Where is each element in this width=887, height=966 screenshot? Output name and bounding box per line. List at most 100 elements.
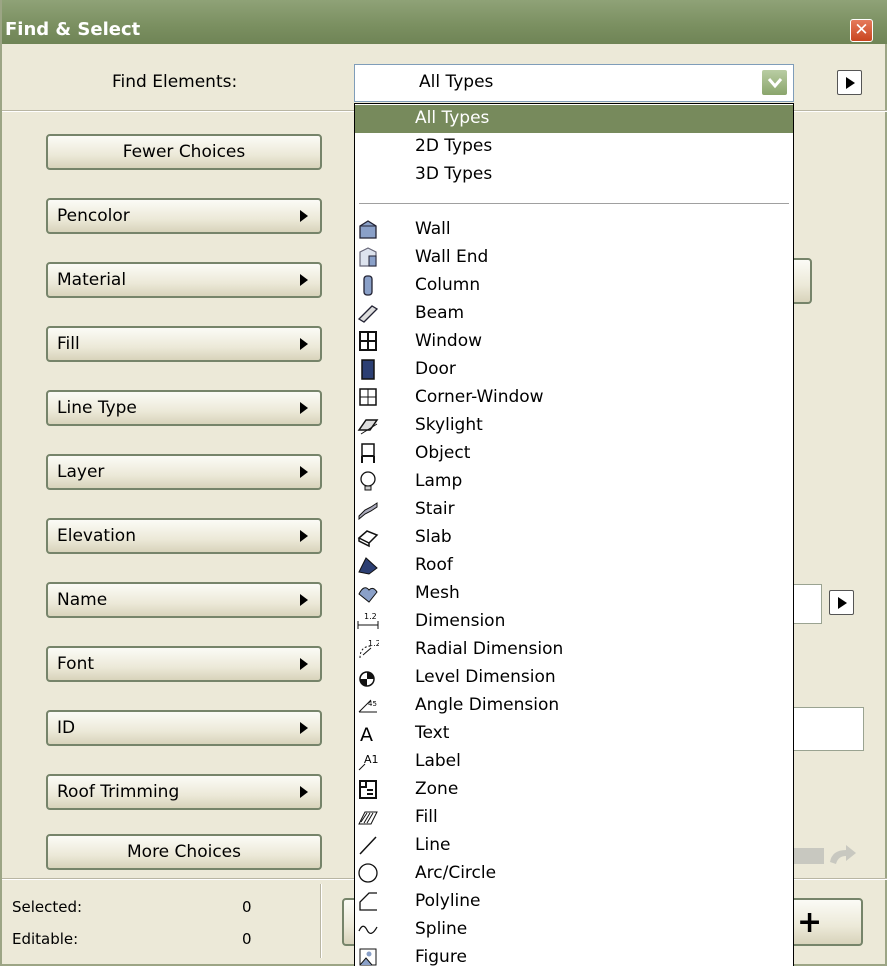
criteria-elevation-button[interactable]: Elevation <box>46 518 322 554</box>
criteria-label: Material <box>57 270 127 290</box>
option-wall-end[interactable]: Wall End <box>355 244 793 272</box>
fewer-choices-button[interactable]: Fewer Choices <box>46 134 322 170</box>
criteria-id-button[interactable]: ID <box>46 710 322 746</box>
option-slab[interactable]: Slab <box>355 524 793 552</box>
criteria-label: Pencolor <box>57 206 130 226</box>
editable-label: Editable: <box>12 930 79 948</box>
option-figure[interactable]: Figure <box>355 944 793 966</box>
window-icon <box>359 331 377 351</box>
id-value-field[interactable] <box>782 707 864 751</box>
close-button[interactable]: ✕ <box>850 19 873 42</box>
option-window[interactable]: Window <box>355 328 793 356</box>
svg-text:A: A <box>360 724 373 744</box>
editable-count: 0 <box>242 930 252 948</box>
chevron-down-icon[interactable] <box>761 69 788 96</box>
option-arc-circle[interactable]: Arc/Circle <box>355 860 793 888</box>
option-column[interactable]: Column <box>355 272 793 300</box>
triangle-right-icon <box>300 722 308 734</box>
option-door[interactable]: Door <box>355 356 793 384</box>
line-icon <box>359 836 377 855</box>
skylight-icon <box>357 419 379 435</box>
option-text[interactable]: A Text <box>355 720 793 748</box>
element-type-dropdown: All Types 2D Types 3D Types Wall Wall En… <box>354 103 794 966</box>
option-polyline[interactable]: Polyline <box>355 888 793 916</box>
option-3d-types[interactable]: 3D Types <box>355 161 793 189</box>
criteria-font-button[interactable]: Font <box>46 646 322 682</box>
svg-text:45: 45 <box>368 700 377 708</box>
option-roof[interactable]: Roof <box>355 552 793 580</box>
element-type-select[interactable]: All Types <box>354 64 794 102</box>
option-dimension[interactable]: 1.2 Dimension <box>355 608 793 636</box>
criteria-label: Layer <box>57 462 105 482</box>
criteria-label: Roof Trimming <box>57 782 180 802</box>
triangle-right-icon <box>300 594 308 606</box>
criteria-label: ID <box>57 718 76 738</box>
criteria-label: Elevation <box>57 526 136 546</box>
criteria-label: Fill <box>57 334 80 354</box>
criteria-layer-button[interactable]: Layer <box>46 454 322 490</box>
option-all-types[interactable]: All Types <box>355 105 793 133</box>
zone-icon <box>359 780 377 799</box>
triangle-right-icon <box>300 210 308 222</box>
triangle-right-icon <box>300 530 308 542</box>
criteria-name-button[interactable]: Name <box>46 582 322 618</box>
criteria-pencolor-button[interactable]: Pencolor <box>46 198 322 234</box>
svg-text:A1: A1 <box>364 753 379 766</box>
option-label[interactable]: A1 Label <box>355 748 793 776</box>
slab-icon <box>357 530 379 548</box>
find-select-window: Find & Select ✕ Find Elements: All Types… <box>0 0 887 966</box>
object-icon <box>361 443 375 463</box>
lamp-icon <box>360 471 376 491</box>
option-object[interactable]: Object <box>355 440 793 468</box>
plus-icon: + <box>797 905 823 940</box>
corner-window-icon <box>359 388 377 406</box>
svg-text:1.2: 1.2 <box>364 612 377 621</box>
selected-label: Selected: <box>12 898 83 916</box>
mesh-icon <box>358 587 378 603</box>
option-zone[interactable]: Zone <box>355 776 793 804</box>
criteria-roof-trimming-button[interactable]: Roof Trimming <box>46 774 322 810</box>
option-mesh[interactable]: Mesh <box>355 580 793 608</box>
criteria-label: Name <box>57 590 108 610</box>
dropdown-separator <box>359 203 789 204</box>
add-button[interactable]: + <box>787 898 863 946</box>
name-options-arrow-button[interactable] <box>829 590 854 615</box>
option-line[interactable]: Line <box>355 832 793 860</box>
status-divider <box>320 884 322 958</box>
option-2d-types[interactable]: 2D Types <box>355 133 793 161</box>
triangle-right-icon <box>300 338 308 350</box>
angle-dimension-icon: 45 <box>358 699 377 713</box>
option-beam[interactable]: Beam <box>355 300 793 328</box>
wall-icon <box>359 220 377 239</box>
option-lamp[interactable]: Lamp <box>355 468 793 496</box>
svg-text:1.2: 1.2 <box>368 639 379 648</box>
criteria-material-button[interactable]: Material <box>46 262 322 298</box>
criteria-label: Font <box>57 654 95 674</box>
window-title: Find & Select <box>5 19 141 40</box>
option-angle-dimension[interactable]: 45 Angle Dimension <box>355 692 793 720</box>
label-icon: A1 <box>358 753 379 771</box>
history-arrow-icon[interactable] <box>792 840 860 870</box>
figure-icon <box>359 948 377 966</box>
option-level-dimension[interactable]: Level Dimension <box>355 664 793 692</box>
option-spline[interactable]: Spline <box>355 916 793 944</box>
criteria-line-type-button[interactable]: Line Type <box>46 390 322 426</box>
beam-icon <box>357 305 379 323</box>
polyline-icon <box>359 892 377 911</box>
option-corner-window[interactable]: Corner-Window <box>355 384 793 412</box>
option-radial-dimension[interactable]: 1.2 Radial Dimension <box>355 636 793 664</box>
find-options-arrow-button[interactable] <box>837 70 862 95</box>
title-bar[interactable]: Find & Select ✕ <box>2 0 887 44</box>
find-elements-label: Find Elements: <box>112 72 238 92</box>
option-wall[interactable]: Wall <box>355 216 793 244</box>
criteria-fill-button[interactable]: Fill <box>46 326 322 362</box>
option-skylight[interactable]: Skylight <box>355 412 793 440</box>
radial-dimension-icon: 1.2 <box>359 639 379 659</box>
element-type-value: All Types <box>419 72 494 92</box>
more-choices-button[interactable]: More Choices <box>46 834 322 870</box>
triangle-right-icon <box>300 786 308 798</box>
option-stair[interactable]: Stair <box>355 496 793 524</box>
arc-circle-icon <box>358 863 378 883</box>
option-fill[interactable]: Fill <box>355 804 793 832</box>
text-icon: A <box>360 724 373 744</box>
